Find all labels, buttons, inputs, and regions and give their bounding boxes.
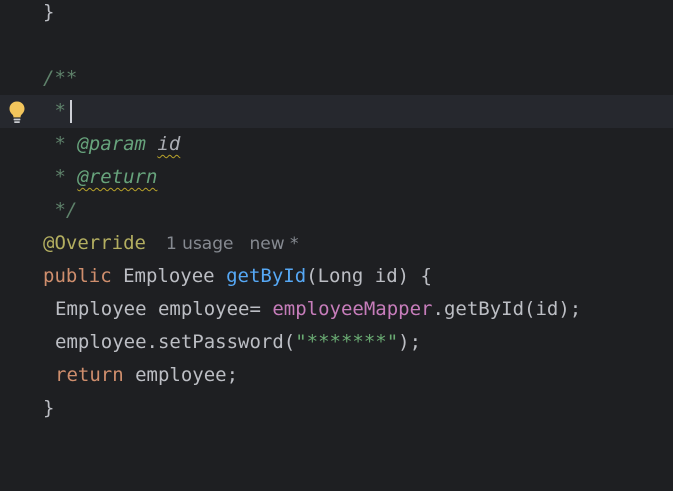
javadoc-param-name[interactable]: id <box>157 133 180 155</box>
annotation-line: @Override 1 usage new * <box>43 227 299 260</box>
method-params: (Long id) { <box>306 265 432 287</box>
javadoc-open: /** <box>43 67 78 89</box>
code-line[interactable]: public Employee getById(Long id) { <box>0 260 673 293</box>
current-code-line[interactable]: * <box>0 95 673 128</box>
author-inlay-hint[interactable]: new * <box>249 234 298 254</box>
javadoc-space <box>146 133 157 155</box>
lightbulb-glyph <box>9 101 25 123</box>
code-line[interactable]: @Override 1 usage new * <box>0 227 673 260</box>
return-keyword: return <box>55 364 124 386</box>
statement-line: Employee employee= employeeMapper.getByI… <box>55 293 581 326</box>
code-line[interactable]: /** <box>0 62 673 95</box>
statement-line: employee.setPassword("*******"); <box>55 326 421 359</box>
code-editor[interactable]: } /** * * @param id * @return */ @Overri… <box>0 0 673 463</box>
code-line-empty[interactable] <box>0 29 673 62</box>
method-call: .getById(id); <box>432 298 582 320</box>
javadoc-star: * <box>43 166 78 188</box>
method-signature: public Employee getById(Long id) { <box>43 260 432 293</box>
return-type[interactable]: Employee <box>123 265 215 287</box>
override-annotation: @Override <box>43 232 146 254</box>
variable-declaration: Employee employee= <box>55 298 273 320</box>
code-line[interactable]: * @param id <box>0 128 673 161</box>
usage-inlay-hint[interactable]: 1 usage <box>166 234 234 254</box>
javadoc-param-line: * @param id <box>43 128 180 161</box>
javadoc-close: */ <box>43 199 78 221</box>
set-password-call: employee.setPassword( <box>55 331 296 353</box>
closing-brace: } <box>43 1 55 23</box>
code-line[interactable]: } <box>0 0 673 29</box>
public-keyword: public <box>43 265 112 287</box>
code-line[interactable]: return employee; <box>0 359 673 392</box>
return-statement: return employee; <box>55 359 238 392</box>
password-string-literal: "*******" <box>295 331 399 353</box>
lightbulb-icon[interactable] <box>8 100 26 124</box>
code-line[interactable]: employee.setPassword("*******"); <box>0 326 673 359</box>
code-line[interactable]: */ <box>0 194 673 227</box>
method-name[interactable]: getById <box>226 265 306 287</box>
javadoc-star: * <box>43 133 78 155</box>
javadoc-param-tag: @param <box>77 133 146 155</box>
code-line[interactable]: Employee employee= employeeMapper.getByI… <box>0 293 673 326</box>
closing-brace: } <box>43 397 55 419</box>
code-line[interactable]: } <box>0 392 673 425</box>
code-line[interactable]: * @return <box>0 161 673 194</box>
javadoc-return-tag[interactable]: @return <box>77 166 157 188</box>
return-value: employee; <box>123 364 239 386</box>
call-close: ); <box>398 331 422 353</box>
javadoc-star: * <box>43 100 66 122</box>
mapper-field[interactable]: employeeMapper <box>272 298 432 320</box>
javadoc-line: * <box>43 95 72 128</box>
javadoc-return-line: * @return <box>43 161 157 194</box>
text-caret <box>69 100 72 123</box>
